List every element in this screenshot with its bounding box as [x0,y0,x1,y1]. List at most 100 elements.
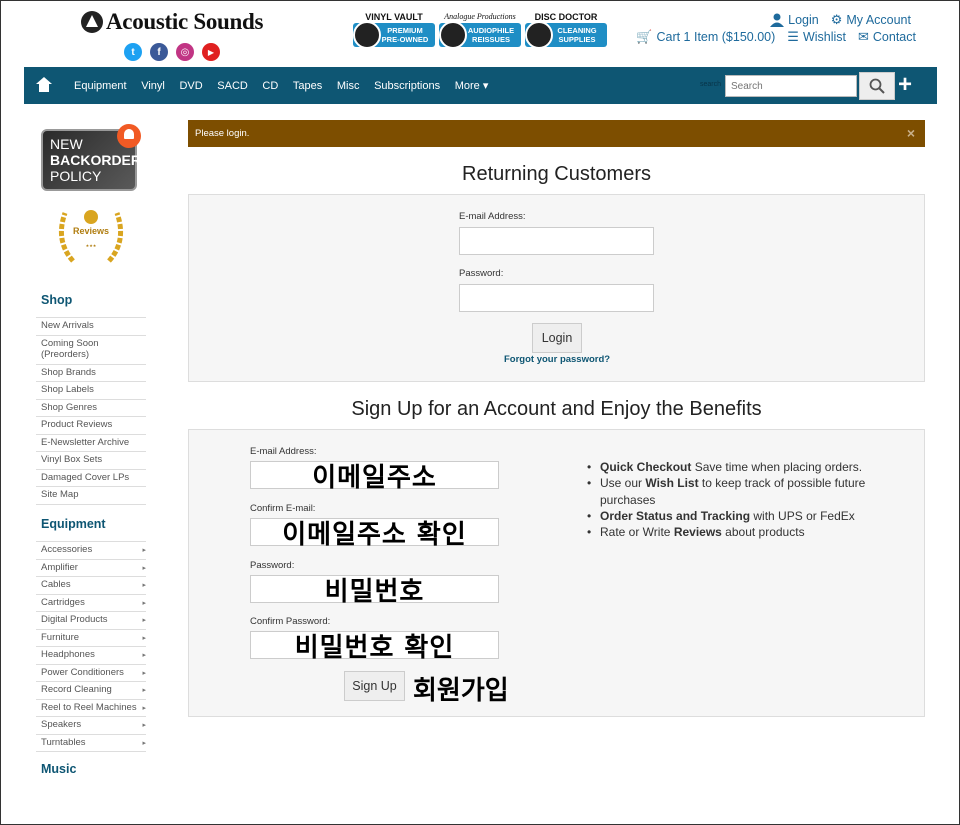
shop-list: New Arrivals Coming Soon (Preorders) Sho… [36,317,146,505]
sidebar-item-vinyl-box-sets[interactable]: Vinyl Box Sets [36,451,146,469]
benefit-text: Rate or Write [600,525,674,540]
benefit-strong: Reviews [673,525,722,540]
forgot-password-link[interactable]: Forgot your password? [504,354,610,365]
sidebar-item-digital-products[interactable]: Digital Products [36,611,146,629]
nav-item-misc[interactable]: Misc [337,80,360,92]
banner-text: PREMIUM PRE-OWNED [381,26,429,44]
record-icon [525,21,553,49]
my-account-link[interactable]: ⚙ My Account [831,12,911,28]
search-icon [869,78,885,94]
nav-item-vinyl[interactable]: Vinyl [141,80,165,92]
signup-password-input[interactable]: 비밀번호 [250,575,499,607]
banner-vinyl-vault[interactable]: VINYL VAULT PREMIUM PRE-OWNED [353,11,435,49]
twitter-icon[interactable]: t [124,43,142,61]
signup-confirm-password-input[interactable]: 비밀번호 확인 [250,631,499,663]
login-password-label: Password: [459,268,504,279]
sidebar-item-coming-soon[interactable]: Coming Soon (Preorders) [36,334,146,364]
record-icon [439,21,467,49]
gear-icon: ⚙ [830,11,843,27]
contact-label: Contact [872,29,916,44]
sidebar-item-e-newsletter[interactable]: E-Newsletter Archive [36,433,146,452]
signup-password-label: Password: [250,560,295,571]
backorder-line: POLICY [50,168,102,184]
sidebar-item-speakers[interactable]: Speakers [36,716,146,734]
nav-item-equipment[interactable]: Equipment [74,80,127,92]
youtube-icon[interactable]: ▶ [202,43,220,61]
signup-confirm-email-input[interactable]: 이메일주소 확인 [250,518,499,550]
bell-icon [117,124,141,148]
sidebar-item-cartridges[interactable]: Cartridges [36,593,146,612]
site-logo[interactable]: Acoustic Sounds [81,9,263,35]
sidebar-item-product-reviews[interactable]: Product Reviews [36,416,146,434]
sidebar-item-accessories[interactable]: Accessories [36,541,146,559]
instagram-icon[interactable]: ◎ [176,43,194,61]
nav-item-subscriptions[interactable]: Subscriptions [374,80,440,92]
sidebar-item-furniture[interactable]: Furniture [36,628,146,647]
sidebar-item-shop-brands[interactable]: Shop Brands [36,363,146,382]
login-alert: Please login. × [188,120,925,147]
benefit-text: Use our [600,476,646,491]
backorder-policy-banner[interactable]: NEW BACKORDER POLICY [41,124,141,191]
sidebar-item-damaged-cover[interactable]: Damaged Cover LPs [36,468,146,487]
search-input[interactable] [725,75,857,97]
benefit-text: about products [721,525,805,540]
nav-item-more[interactable]: More ▾ [455,79,489,92]
wishlist-link[interactable]: ☰ Wishlist [787,29,846,45]
nav-item-sacd[interactable]: SACD [217,80,248,92]
reviews-badge-label: Reviews [72,226,110,236]
sidebar-item-shop-labels[interactable]: Shop Labels [36,381,146,399]
login-label: Login [788,12,819,27]
login-password-input[interactable] [459,284,654,312]
sidebar-item-site-map[interactable]: Site Map [36,486,146,505]
login-link[interactable]: Login [770,13,819,27]
plus-icon[interactable]: + [898,73,912,97]
search-button[interactable] [859,72,895,100]
equipment-list: Accessories Amplifier Cables Cartridges … [36,541,146,752]
benefits-list: Quick Checkout Save time when placing or… [586,459,876,541]
social-links: t f ◎ ▶ [124,43,220,61]
main-nav: Equipment Vinyl DVD SACD CD Tapes Misc S… [24,67,937,104]
nav-menu: Equipment Vinyl DVD SACD CD Tapes Misc S… [74,67,503,104]
search-label: search [700,81,722,88]
sidebar-item-record-cleaning[interactable]: Record Cleaning [36,681,146,699]
sidebar-item-shop-genres[interactable]: Shop Genres [36,398,146,417]
cart-link[interactable]: 🛒 Cart 1 Item ($150.00) [636,29,775,45]
benefit-item: Rate or Write Reviews about products [586,524,876,541]
sidebar-item-reel-to-reel[interactable]: Reel to Reel Machines [36,698,146,717]
sidebar-item-cables[interactable]: Cables [36,576,146,594]
facebook-icon[interactable]: f [150,43,168,61]
sidebar-item-power-conditioners[interactable]: Power Conditioners [36,663,146,682]
sidebar-item-amplifier[interactable]: Amplifier [36,558,146,577]
login-button[interactable]: Login [532,323,582,353]
login-email-input[interactable] [459,227,654,255]
logo-mark-icon [81,11,103,33]
sidebar-heading-music[interactable]: Music [41,762,76,776]
signup-button[interactable]: Sign Up [344,671,405,701]
sidebar-item-new-arrivals[interactable]: New Arrivals [36,317,146,335]
banner-disc-doctor[interactable]: DISC DOCTOR CLEANING SUPPLIES [525,11,607,49]
nav-item-dvd[interactable]: DVD [179,80,202,92]
benefit-item: Order Status and Tracking with UPS or Fe… [586,508,876,525]
close-icon[interactable]: × [907,120,915,147]
signup-button-annotation: 회원가입 [413,675,509,706]
envelope-icon: ✉ [858,28,869,44]
banner-analogue-productions[interactable]: Analogue Productions AUDIOPHILE REISSUES [439,11,521,49]
contact-link[interactable]: ✉ Contact [858,29,916,45]
nav-item-cd[interactable]: CD [262,80,278,92]
sidebar-item-headphones[interactable]: Headphones [36,646,146,664]
svg-text:★★★: ★★★ [86,243,97,248]
signup-confirm-password-label: Confirm Password: [250,616,331,627]
home-icon[interactable] [36,77,52,93]
nav-item-tapes[interactable]: Tapes [293,80,322,92]
benefit-strong: Wish List [645,476,699,491]
sidebar-item-turntables[interactable]: Turntables [36,733,146,752]
login-email-label: E-mail Address: [459,211,526,222]
alert-text: Please login. [195,128,250,139]
returning-customers-heading: Returning Customers [462,163,651,185]
signup-email-input[interactable]: 이메일주소 [250,461,499,493]
account-links: Login ⚙ My Account 🛒 Cart 1 Item ($150.0… [636,11,921,45]
promo-banners: VINYL VAULT PREMIUM PRE-OWNED Analogue P… [353,11,607,49]
reviews-badge[interactable]: ★★★ Reviews [51,201,131,271]
record-icon [353,21,381,49]
signup-email-label: E-mail Address: [250,446,317,457]
